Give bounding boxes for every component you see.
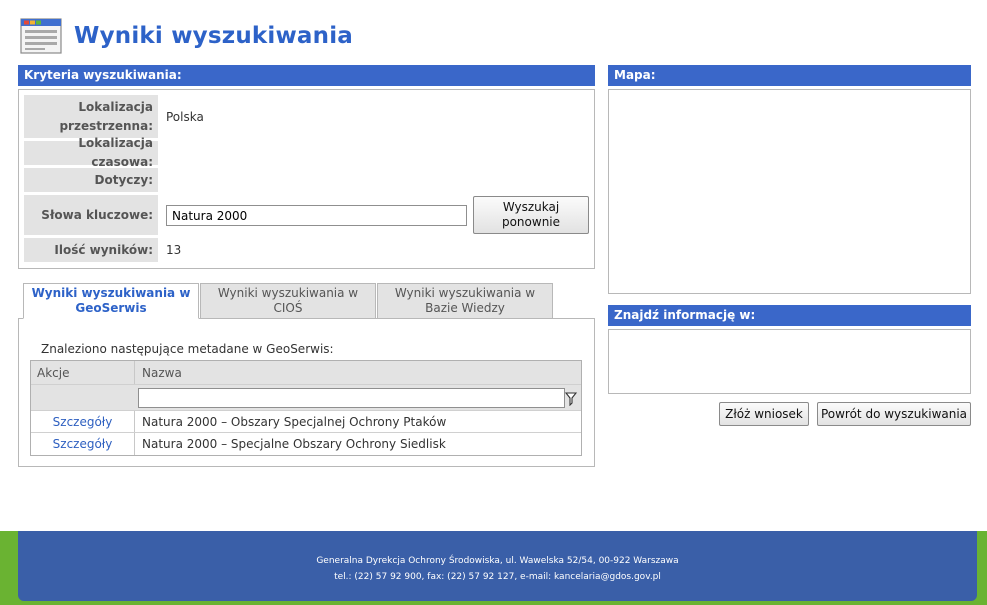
table-row: Szczegóły Natura 2000 – Specjalne Obszar… [31,433,581,455]
back-to-search-button[interactable]: Powrót do wyszukiwania [817,402,971,426]
results-count: 13 [166,243,182,257]
criteria-row-concerns: Dotyczy: [24,168,595,192]
table-cell-name: Natura 2000 – Obszary Specjalnej Ochrony… [142,414,447,429]
page-header: Wyniki wyszukiwania [20,16,353,56]
table-cell-action: Szczegóły [31,433,135,455]
criteria-header: Kryteria wyszukiwania: [18,65,595,86]
name-filter-input[interactable] [138,388,565,408]
results-heading: Znaleziono następujące metadane w GeoSer… [41,342,334,356]
filter-row [31,385,581,411]
criteria-label: Słowa kluczowe: [24,195,158,235]
search-again-button[interactable]: Wyszukaj ponownie [473,196,589,234]
criteria-label: Ilość wyników: [24,238,158,262]
find-info-panel [608,329,971,394]
criteria-panel: Lokalizacja przestrzenna: Polska Lokaliz… [18,89,595,269]
criteria-label: Lokalizacja przestrzenna: [24,95,158,138]
footer-address: Generalna Dyrekcja Ochrony Środowiska, u… [316,556,679,566]
filter-icon[interactable] [564,391,578,407]
footer: Generalna Dyrekcja Ochrony Środowiska, u… [18,531,977,601]
results-table: Akcje Nazwa Szczegóły Natura 2000 – Obsz… [30,360,582,456]
footer-contact: tel.: (22) 57 92 900, fax: (22) 57 92 12… [334,572,661,582]
tab-cios[interactable]: Wyniki wyszukiwania w CIOŚ [200,283,376,319]
criteria-row-location: Lokalizacja przestrzenna: Polska [24,95,595,138]
table-cell-name: Natura 2000 – Specjalne Obszary Ochrony … [142,437,446,451]
details-link[interactable]: Szczegóły [53,437,113,451]
criteria-row-count: Ilość wyników: 13 [24,238,595,262]
criteria-row-time: Lokalizacja czasowa: [24,136,595,169]
criteria-label: Dotyczy: [24,168,158,192]
submit-request-button[interactable]: Złóż wniosek [719,402,809,426]
map-header: Mapa: [608,65,971,86]
tab-geoserwis[interactable]: Wyniki wyszukiwania w GeoSerwis [23,283,199,319]
find-info-header: Znajdź informację w: [608,305,971,326]
table-header-row: Akcje Nazwa [31,361,581,385]
table-row: Szczegóły Natura 2000 – Obszary Specjaln… [31,411,581,433]
criteria-row-keywords: Słowa kluczowe: Wyszukaj ponownie [24,195,595,235]
criteria-label: Lokalizacja czasowa: [24,136,158,169]
keywords-input[interactable] [166,205,467,226]
criteria-value: Polska [166,109,204,124]
tab-knowledge-base[interactable]: Wyniki wyszukiwania w Bazie Wiedzy [377,283,553,319]
map-panel[interactable] [608,89,971,294]
details-link[interactable]: Szczegóły [53,415,113,429]
column-header-name: Nazwa [142,365,182,380]
page-title: Wyniki wyszukiwania [74,23,354,49]
table-cell-action: Szczegóły [31,411,135,432]
column-header-actions: Akcje [31,361,135,384]
document-list-icon [20,17,62,55]
